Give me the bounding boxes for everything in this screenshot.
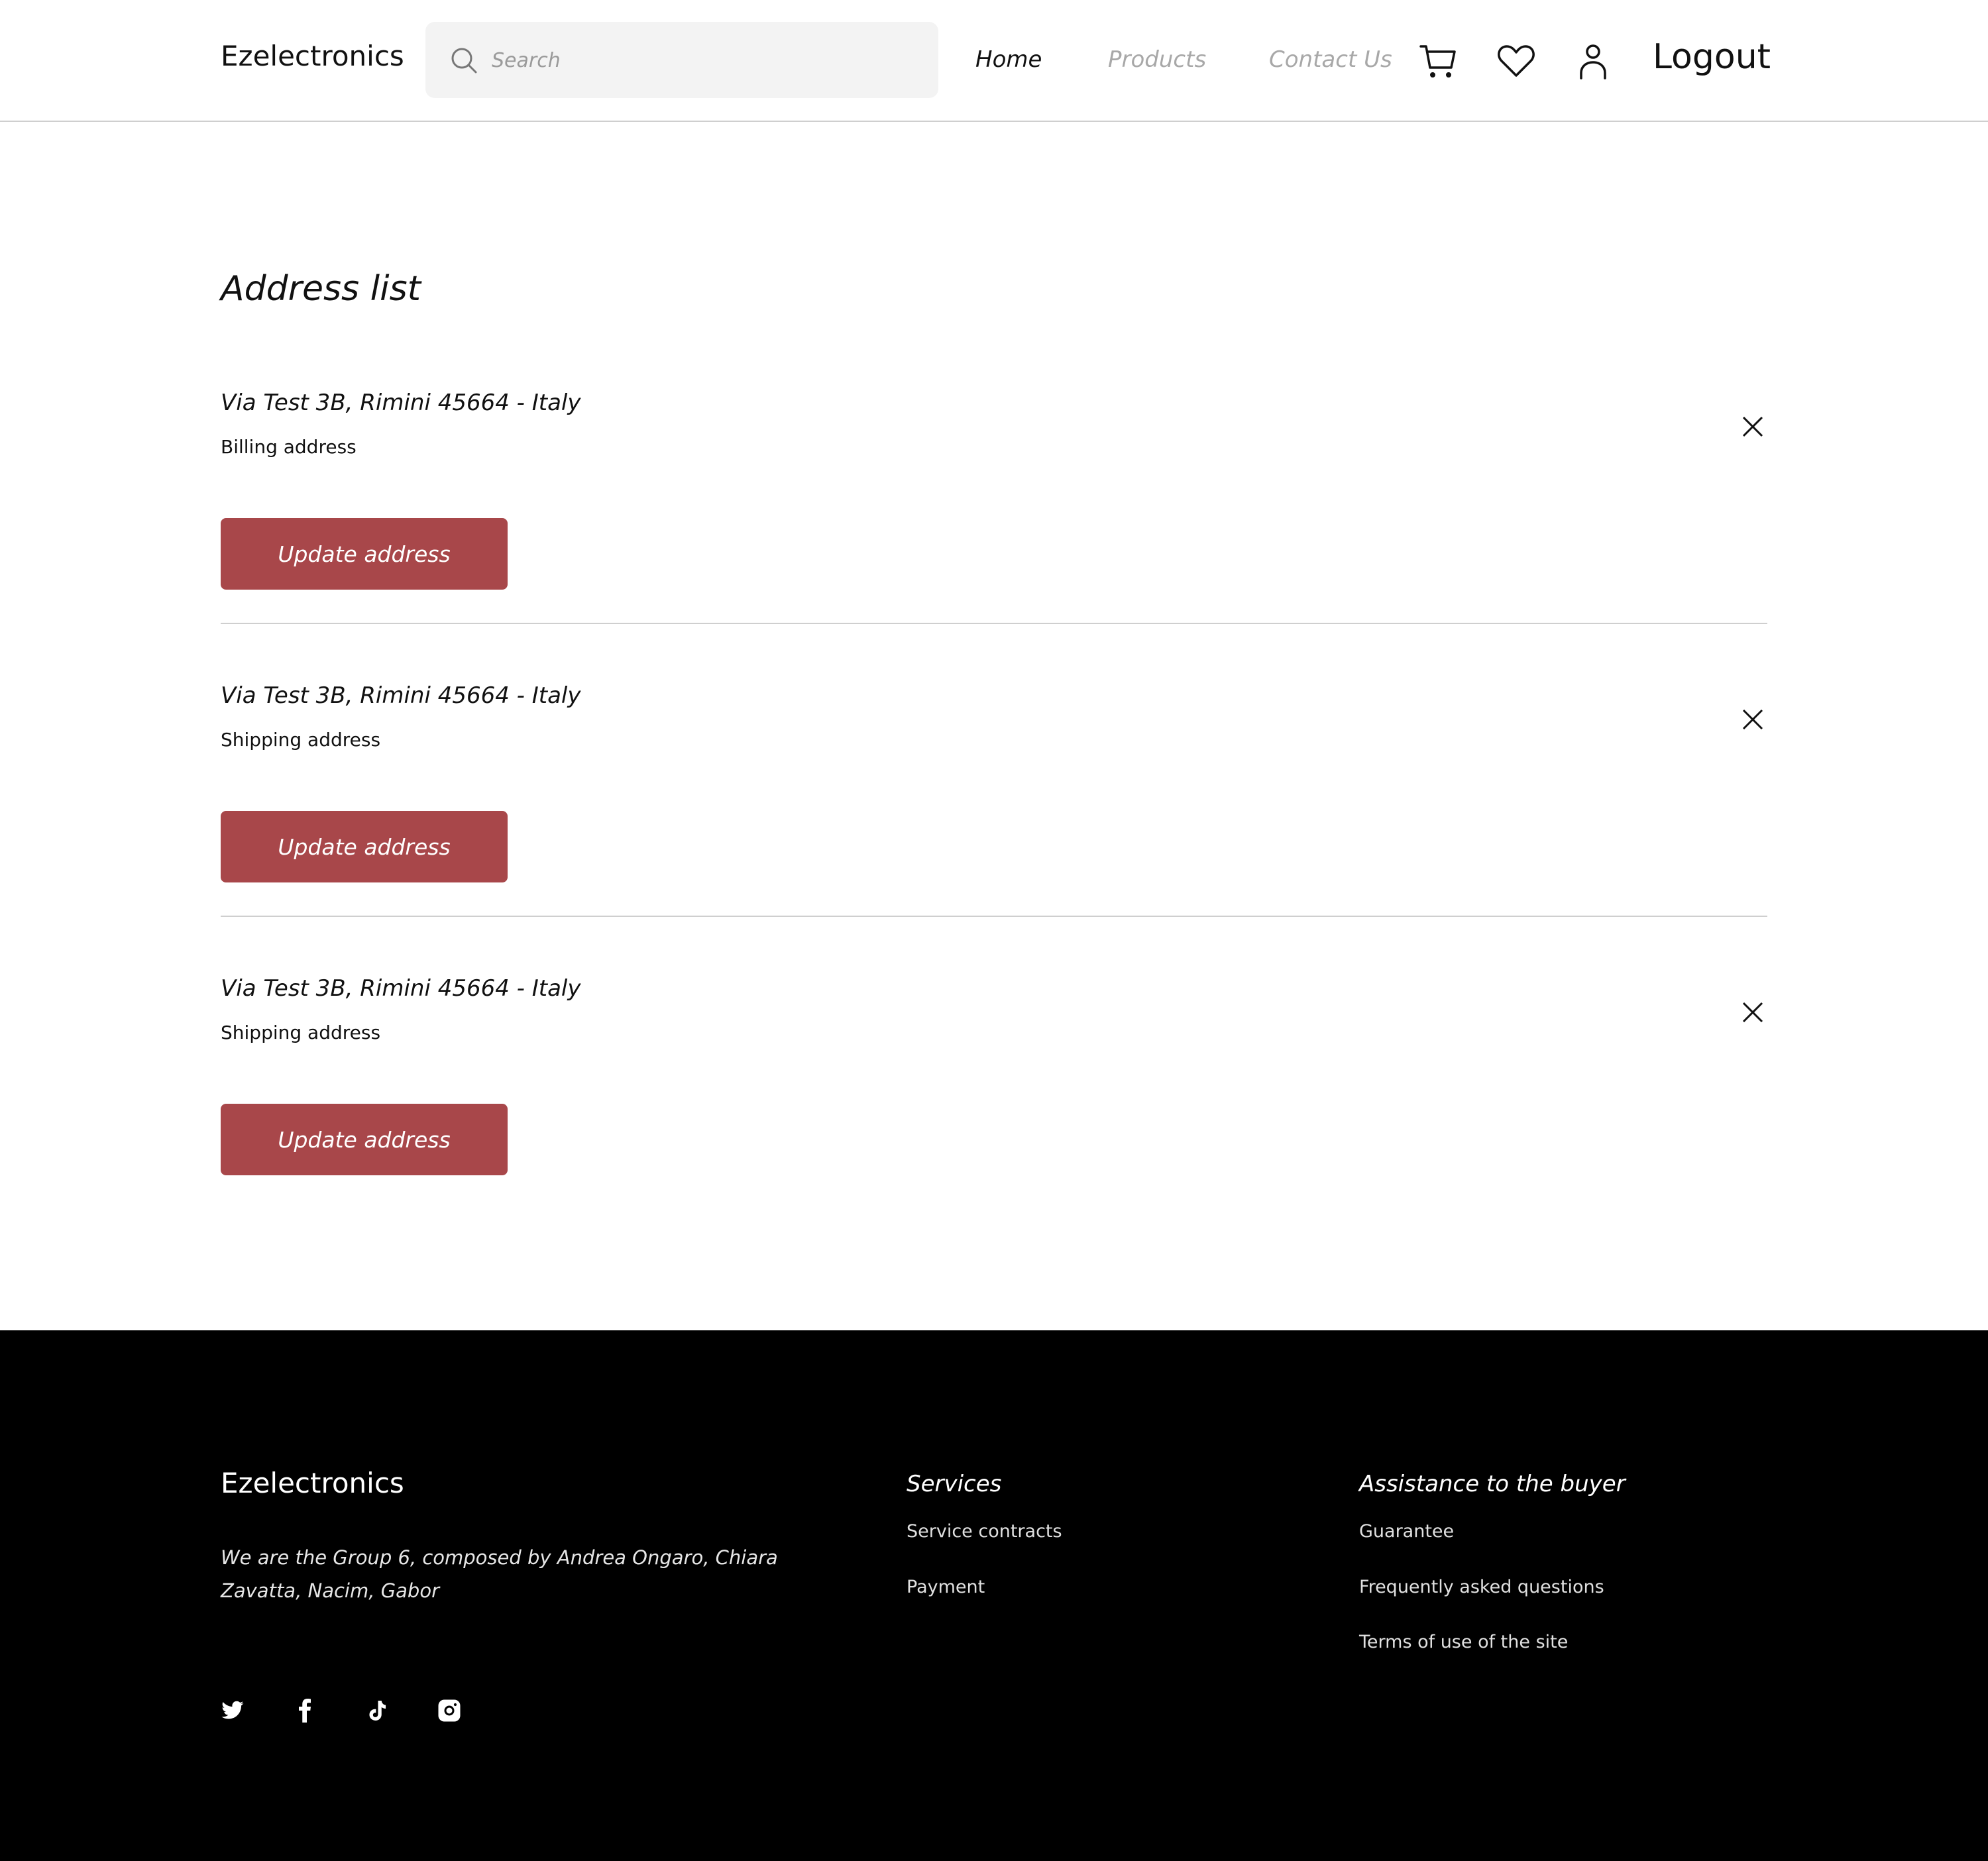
close-icon[interactable] (1740, 413, 1766, 440)
footer-link-payment[interactable]: Payment (907, 1577, 985, 1597)
address-item: Via Test 3B, Rimini 45664 - Italy Shippi… (221, 975, 1767, 1240)
twitter-icon[interactable] (221, 1699, 245, 1723)
address-type: Shipping address (221, 729, 381, 751)
instagram-icon[interactable] (437, 1699, 461, 1723)
footer-link-faq[interactable]: Frequently asked questions (1359, 1577, 1604, 1597)
search-icon (451, 48, 477, 74)
facebook-icon[interactable] (293, 1699, 317, 1723)
cart-icon[interactable] (1418, 41, 1458, 81)
heart-icon[interactable] (1496, 41, 1536, 81)
address-street: Via Test 3B, Rimini 45664 - Italy (221, 975, 581, 1002)
nav-products-link[interactable]: Products (1108, 46, 1206, 73)
footer-link-service-contracts[interactable]: Service contracts (907, 1521, 1062, 1542)
search-input[interactable] (490, 22, 917, 99)
footer-logo[interactable]: Ezelectronics (221, 1467, 404, 1499)
address-item: Via Test 3B, Rimini 45664 - Italy Shippi… (221, 682, 1767, 947)
site-footer: Ezelectronics We are the Group 6, compos… (0, 1330, 1988, 1861)
footer-link-guarantee[interactable]: Guarantee (1359, 1521, 1454, 1542)
page-title: Address list (221, 269, 421, 309)
update-address-button[interactable]: Update address (221, 811, 508, 882)
divider (221, 916, 1767, 917)
nav-home-link[interactable]: Home (975, 46, 1042, 73)
nav-contact-link[interactable]: Contact Us (1269, 46, 1392, 73)
footer-assistance-title: Assistance to the buyer (1359, 1471, 1626, 1497)
user-icon[interactable] (1573, 41, 1613, 81)
address-street: Via Test 3B, Rimini 45664 - Italy (221, 390, 581, 416)
footer-services-title: Services (907, 1471, 1002, 1497)
close-icon[interactable] (1740, 706, 1766, 733)
search-bar[interactable] (425, 22, 938, 99)
footer-link-terms[interactable]: Terms of use of the site (1359, 1632, 1568, 1652)
divider (221, 623, 1767, 624)
address-street: Via Test 3B, Rimini 45664 - Italy (221, 682, 581, 709)
address-type: Shipping address (221, 1022, 381, 1043)
site-logo[interactable]: Ezelectronics (221, 40, 404, 72)
update-address-button[interactable]: Update address (221, 518, 508, 590)
address-type: Billing address (221, 436, 357, 458)
footer-description: We are the Group 6, composed by Andrea O… (221, 1546, 778, 1602)
update-address-button[interactable]: Update address (221, 1104, 508, 1175)
logout-link[interactable]: Logout (1653, 37, 1771, 77)
address-item: Via Test 3B, Rimini 45664 - Italy Billin… (221, 390, 1767, 655)
site-header: Ezelectronics Home Products Contact Us L… (0, 0, 1988, 122)
close-icon[interactable] (1740, 999, 1766, 1026)
tiktok-icon[interactable] (365, 1699, 389, 1723)
